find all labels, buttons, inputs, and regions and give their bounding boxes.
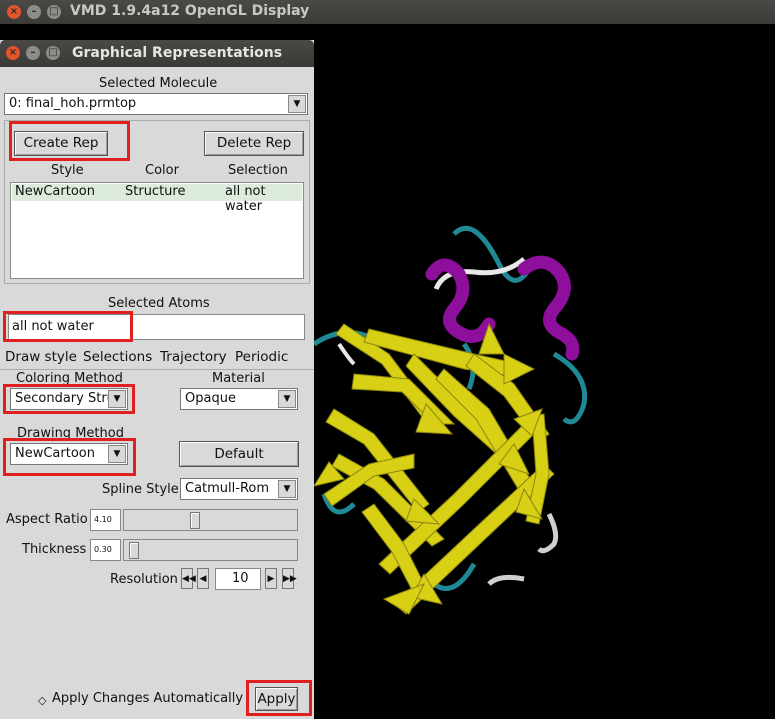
selected-atoms-label: Selected Atoms (108, 296, 210, 311)
thickness-slider-handle[interactable] (129, 542, 140, 559)
minimize-icon[interactable]: – (26, 46, 40, 60)
material-label: Material (212, 371, 265, 386)
fast-forward-icon[interactable]: ▶▶ (282, 568, 297, 589)
aspect-ratio-label: Aspect Ratio (6, 512, 88, 527)
apply-auto-checkbox[interactable]: ◇ (38, 694, 46, 707)
forward-icon[interactable]: ▶ (265, 568, 277, 589)
opengl-display[interactable] (314, 24, 775, 719)
resolution-label: Resolution (110, 572, 178, 587)
tab-trajectory[interactable]: Trajectory (160, 349, 227, 365)
spline-style-label: Spline Style (102, 482, 179, 497)
spline-style-value: Catmull-Rom (185, 481, 270, 496)
resolution-input[interactable]: 10 (215, 568, 261, 590)
material-select[interactable]: Opaque ▼ (180, 388, 298, 410)
column-header-color: Color (145, 163, 179, 178)
window-title: VMD 1.9.4a12 OpenGL Display (70, 3, 310, 19)
chevron-down-icon[interactable]: ▼ (278, 480, 296, 498)
minimize-icon[interactable]: – (27, 5, 41, 19)
close-icon[interactable]: × (7, 5, 21, 19)
close-icon[interactable]: × (6, 46, 20, 60)
material-value: Opaque (185, 391, 236, 406)
protein-cartoon (314, 225, 588, 615)
thickness-label: Thickness (22, 542, 87, 557)
chevron-down-icon[interactable]: ▼ (288, 95, 306, 113)
fast-back-icon[interactable]: ◀◀ (181, 568, 196, 589)
thickness-input[interactable]: 0.30 (90, 539, 121, 561)
thickness-slider[interactable] (123, 539, 298, 561)
resolution-value: 10 (232, 571, 249, 586)
delete-rep-button[interactable]: Delete Rep (204, 131, 304, 156)
tab-bar: Draw style Selections Trajectory Periodi… (0, 348, 314, 370)
apply-auto-label: Apply Changes Automatically (52, 691, 244, 706)
graphical-representations-panel: × – □ Graphical Representations Selected… (0, 40, 314, 719)
column-header-style: Style (51, 163, 84, 178)
aspect-ratio-slider-handle[interactable] (190, 512, 201, 529)
rep-style: NewCartoon (15, 184, 95, 199)
chevron-down-icon[interactable]: ▼ (278, 390, 296, 408)
column-header-selection: Selection (228, 163, 288, 178)
panel-title: Graphical Representations (72, 45, 283, 61)
drawing-method-highlight (3, 438, 136, 476)
tab-periodic[interactable]: Periodic (235, 349, 288, 365)
table-row[interactable]: NewCartoon Structure all not water (12, 184, 302, 214)
maximize-icon[interactable]: □ (46, 46, 60, 60)
selected-molecule-value: 0: final_hoh.prmtop (9, 96, 137, 111)
rep-color: Structure (125, 184, 186, 199)
selected-molecule-label: Selected Molecule (99, 76, 218, 91)
maximize-icon[interactable]: □ (47, 5, 61, 19)
selected-molecule-select[interactable]: 0: final_hoh.prmtop ▼ (4, 93, 308, 115)
panel-titlebar: × – □ Graphical Representations (0, 40, 314, 67)
selected-atoms-highlight (3, 311, 133, 342)
aspect-ratio-slider[interactable] (123, 509, 298, 531)
spline-style-select[interactable]: Catmull-Rom ▼ (180, 478, 298, 500)
coloring-method-highlight (3, 384, 135, 414)
tab-selections[interactable]: Selections (83, 349, 152, 365)
back-icon[interactable]: ◀ (197, 568, 209, 589)
main-titlebar: × – □ VMD 1.9.4a12 OpenGL Display (0, 0, 775, 24)
tab-draw-style[interactable]: Draw style (5, 349, 77, 365)
rep-selection: all not water (225, 184, 266, 214)
rep-list[interactable]: NewCartoon Structure all not water (10, 182, 304, 279)
aspect-ratio-input[interactable]: 4.10 (90, 509, 121, 531)
apply-highlight (246, 680, 312, 716)
create-rep-highlight (9, 121, 130, 161)
default-button[interactable]: Default (179, 441, 299, 467)
